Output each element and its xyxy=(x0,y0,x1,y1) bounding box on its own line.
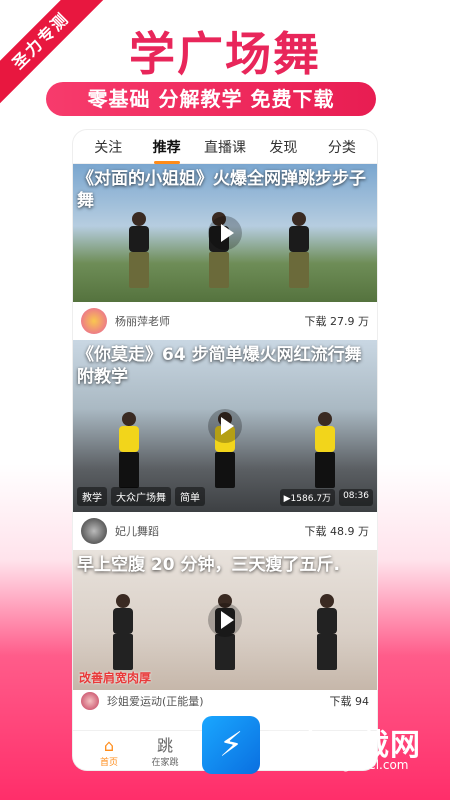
play-icon[interactable] xyxy=(208,603,242,637)
video-title: 《对面的小姐姐》火爆全网弹跳步步子舞 xyxy=(77,169,366,211)
play-icon[interactable] xyxy=(208,216,242,250)
video-thumbnail[interactable]: 《你莫走》64 步简单爆火网红流行舞附教学 教学 大众广场舞 简单 ▶1586.… xyxy=(73,340,377,512)
nav-home[interactable]: ⌂ 首页 xyxy=(81,736,137,769)
download-count[interactable]: 下载 27.9 万 xyxy=(305,313,370,329)
video-meta: 妃儿舞蹈 下载 48.9 万 xyxy=(73,512,377,550)
home-icon: ⌂ xyxy=(103,736,115,755)
tab-discover[interactable]: 发现 xyxy=(254,137,312,157)
dancer-figure xyxy=(125,212,153,288)
dancer-figure xyxy=(285,212,313,288)
video-meta: 杨丽萍老师 下载 27.9 万 xyxy=(73,302,377,340)
avatar[interactable] xyxy=(81,692,99,710)
tab-category[interactable]: 分类 xyxy=(313,137,371,157)
video-title: 早上空腹 20 分钟，三天瘦了五斤. xyxy=(77,555,340,575)
tag[interactable]: 简单 xyxy=(175,487,205,506)
dancer-figure xyxy=(109,594,137,670)
app-screen: 关注 推荐 直播课 发现 分类 《对面的小姐姐》火爆全网弹跳步步子舞 杨丽萍老师… xyxy=(73,130,377,770)
video-thumbnail[interactable]: 《对面的小姐姐》火爆全网弹跳步步子舞 xyxy=(73,164,377,302)
top-tabs: 关注 推荐 直播课 发现 分类 xyxy=(73,130,377,164)
dance-icon: 跳 xyxy=(156,736,173,755)
tag[interactable]: 教学 xyxy=(77,487,107,506)
video-stats: ▶1586.7万 08:36 xyxy=(279,489,373,506)
play-icon[interactable] xyxy=(208,409,242,443)
watermark-url: www.hantongsteel.com xyxy=(268,758,409,772)
dancer-figure xyxy=(313,594,341,670)
tag[interactable]: 大众广场舞 xyxy=(111,487,171,506)
avatar[interactable] xyxy=(81,518,107,544)
author-name[interactable]: 珍姐爱运动(正能量) xyxy=(107,693,330,709)
play-count: ▶1586.7万 xyxy=(279,489,336,506)
download-count[interactable]: 下载 48.9 万 xyxy=(305,523,370,539)
author-name[interactable]: 妃儿舞蹈 xyxy=(115,523,305,539)
dancer-figure xyxy=(311,412,339,488)
video-thumbnail[interactable]: 早上空腹 20 分钟，三天瘦了五斤. 改善肩宽肉厚 xyxy=(73,550,377,690)
video-overlay-text: 改善肩宽肉厚 xyxy=(79,671,152,685)
author-name[interactable]: 杨丽萍老师 xyxy=(115,313,305,329)
promo-headline: 学广场舞 xyxy=(129,27,321,81)
video-title: 《你莫走》64 步简单爆火网红流行舞附教学 xyxy=(77,345,362,387)
promo-subheadline: 零基础 分解教学 免费下载 xyxy=(46,82,376,116)
video-tags: 教学 大众广场舞 简单 xyxy=(77,487,205,506)
avatar[interactable] xyxy=(81,308,107,334)
tab-follow[interactable]: 关注 xyxy=(79,137,137,157)
tab-live-class[interactable]: 直播课 xyxy=(196,137,254,157)
video-meta: 珍姐爱运动(正能量) 下载 94 xyxy=(73,690,377,712)
dancer-figure xyxy=(115,412,143,488)
tab-recommend[interactable]: 推荐 xyxy=(137,137,195,164)
download-count[interactable]: 下载 94 xyxy=(330,693,370,709)
nav-dance-at-home[interactable]: 跳 在家跳 xyxy=(137,736,193,769)
video-duration: 08:36 xyxy=(339,489,373,506)
lightning-icon: ⚡ xyxy=(202,716,260,774)
